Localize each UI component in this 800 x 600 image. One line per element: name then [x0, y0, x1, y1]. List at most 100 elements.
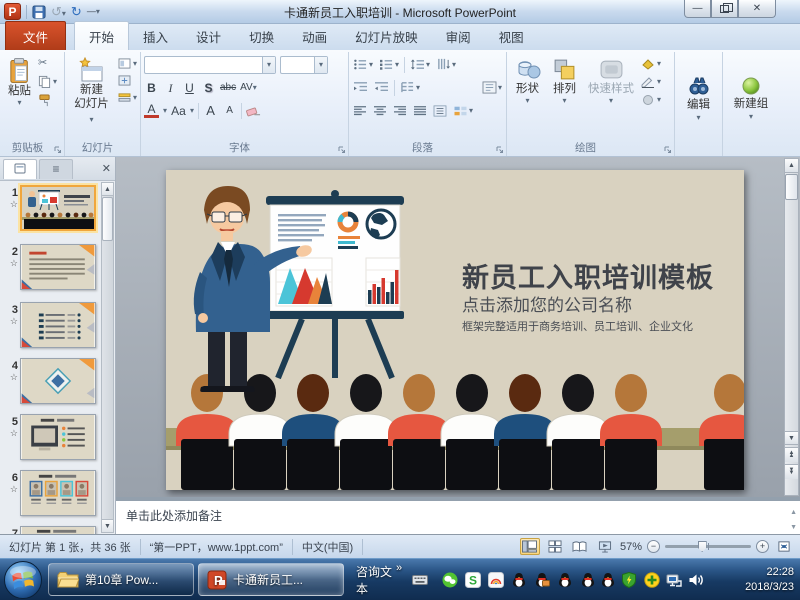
- text-box-options-button[interactable]: ▾: [481, 80, 503, 95]
- close-button[interactable]: ✕: [738, 0, 776, 18]
- paragraph-dialog-launcher[interactable]: [496, 146, 504, 154]
- text-shadow-button[interactable]: S: [201, 82, 216, 94]
- font-name-combo[interactable]: ▾: [144, 56, 276, 74]
- format-painter-button[interactable]: [38, 94, 57, 107]
- scroll-up-arrow[interactable]: ▲: [102, 183, 113, 196]
- shape-fill-button[interactable]: ▾: [641, 58, 661, 70]
- qq-tray-icon-3[interactable]: [557, 572, 573, 588]
- outline-pane-tab[interactable]: ≡: [39, 159, 73, 179]
- arrange-button[interactable]: 排列▾: [548, 54, 581, 140]
- language-indicator[interactable]: 中文(中国): [293, 539, 363, 555]
- network-tray-icon[interactable]: [666, 572, 682, 588]
- taskbar-clock[interactable]: 22:28 2018/3/23: [745, 565, 794, 595]
- slide-thumbnail-7[interactable]: 7☆: [2, 526, 96, 534]
- shape-outline-button[interactable]: ▾: [641, 76, 661, 88]
- shape-effects-button[interactable]: ▾: [641, 94, 661, 106]
- clear-formatting-button[interactable]: [246, 105, 261, 117]
- shapes-button[interactable]: 形状▾: [510, 54, 545, 140]
- normal-view-button[interactable]: [520, 538, 540, 555]
- wechat-tray-icon[interactable]: [442, 572, 458, 588]
- slide-subtitle[interactable]: 点击添加您的公司名称: [462, 291, 632, 316]
- layout-button[interactable]: ▾: [118, 58, 137, 69]
- antivirus-shield-tray-icon[interactable]: [621, 572, 637, 588]
- slide-thumbnail-2[interactable]: 2☆: [2, 244, 96, 290]
- toolbar-chevron[interactable]: »: [396, 562, 402, 574]
- columns-button[interactable]: ▾: [399, 80, 421, 95]
- restore-button[interactable]: [711, 0, 738, 18]
- browser-tray-icon[interactable]: [488, 572, 504, 588]
- scroll-down-arrow[interactable]: ▼: [785, 431, 798, 445]
- start-button[interactable]: [3, 560, 43, 600]
- vertical-scrollbar[interactable]: ▲ ▼ ▲▲ ▼▼: [784, 158, 799, 496]
- slide-thumbnail-4[interactable]: 4☆: [2, 358, 96, 404]
- slide-thumbnail-1[interactable]: 1☆: [2, 185, 96, 231]
- zoom-slider-thumb[interactable]: [698, 541, 707, 552]
- paste-button[interactable]: 粘贴▾: [4, 54, 35, 140]
- tab-review[interactable]: 审阅: [432, 22, 485, 50]
- volume-tray-icon[interactable]: [688, 572, 704, 588]
- increase-indent-button[interactable]: [373, 80, 390, 95]
- taskbar-button-folder[interactable]: 第10章 Pow...: [48, 563, 194, 596]
- strikethrough-button[interactable]: abc: [220, 83, 236, 93]
- sidebar-scrollbar[interactable]: ▲ ▼: [101, 182, 114, 533]
- sogou-tray-icon[interactable]: S: [465, 572, 481, 588]
- justify-button[interactable]: [412, 104, 428, 118]
- tab-home[interactable]: 开始: [74, 21, 129, 50]
- zoom-slider[interactable]: [665, 545, 751, 548]
- bold-button[interactable]: B: [144, 82, 159, 94]
- notes-scroll-up[interactable]: ▲: [790, 509, 797, 516]
- copy-button[interactable]: ▾: [38, 75, 57, 88]
- tab-insert[interactable]: 插入: [129, 22, 182, 50]
- character-spacing-button[interactable]: AV▾: [240, 83, 257, 93]
- taskbar-button-powerpoint[interactable]: P 卡通新员工...: [198, 563, 344, 596]
- italic-button[interactable]: I: [163, 82, 178, 94]
- cut-button[interactable]: ✂: [38, 58, 57, 69]
- grow-font-button[interactable]: A: [203, 104, 218, 117]
- notes-placeholder[interactable]: 单击此处添加备注: [126, 509, 222, 523]
- reading-view-button[interactable]: [570, 538, 590, 555]
- qq-tray-icon-2[interactable]: [534, 572, 550, 588]
- scrollbar-thumb[interactable]: [102, 197, 113, 241]
- tab-design[interactable]: 设计: [182, 22, 235, 50]
- section-button[interactable]: ▾: [118, 92, 137, 103]
- tab-file[interactable]: 文件: [5, 21, 66, 50]
- zoom-percent[interactable]: 57%: [620, 541, 642, 553]
- drawing-dialog-launcher[interactable]: [664, 146, 672, 154]
- slides-pane-tab[interactable]: [3, 159, 37, 179]
- reset-button[interactable]: [118, 75, 137, 86]
- slide-show-button[interactable]: [595, 538, 615, 555]
- underline-button[interactable]: U: [182, 82, 197, 94]
- slide-thumbnail-5[interactable]: 5☆: [2, 414, 96, 460]
- new-group-button[interactable]: 新建组▾: [730, 72, 773, 121]
- zoom-out-button[interactable]: −: [647, 540, 660, 553]
- slide-tagline[interactable]: 框架完整适用于商务培训、员工培训、企业文化: [462, 318, 693, 334]
- customize-qat-button[interactable]: —▾: [87, 7, 100, 16]
- tab-transitions[interactable]: 切换: [235, 22, 288, 50]
- line-spacing-button[interactable]: ▾: [409, 57, 431, 72]
- slide[interactable]: 新员工入职培训模板 点击添加您的公司名称 框架完整适用于商务培训、员工培训、企业…: [166, 170, 744, 490]
- clipboard-dialog-launcher[interactable]: [54, 146, 62, 154]
- font-dialog-launcher[interactable]: [338, 146, 346, 154]
- tab-slideshow[interactable]: 幻灯片放映: [341, 22, 432, 50]
- save-button[interactable]: [32, 5, 46, 19]
- tab-view[interactable]: 视图: [485, 22, 538, 50]
- zoom-in-button[interactable]: +: [756, 540, 769, 553]
- close-pane-button[interactable]: ✕: [102, 162, 111, 175]
- font-color-button[interactable]: A: [144, 103, 159, 118]
- change-case-button[interactable]: Aa: [171, 105, 186, 117]
- slide-thumbnail-3[interactable]: 3☆: [2, 302, 96, 348]
- slide-title[interactable]: 新员工入职培训模板: [462, 256, 714, 295]
- align-left-button[interactable]: [352, 104, 368, 118]
- scrollbar-thumb[interactable]: [785, 174, 798, 200]
- powerpoint-logo-icon[interactable]: P: [4, 3, 21, 20]
- minimize-button[interactable]: —: [684, 0, 711, 18]
- previous-slide-button[interactable]: ▲▲: [785, 447, 798, 462]
- numbering-button[interactable]: ▾: [378, 57, 400, 72]
- editing-button[interactable]: 编辑▾: [683, 71, 715, 122]
- quick-styles-button[interactable]: 快速样式▾: [584, 54, 638, 140]
- next-slide-button[interactable]: ▼▼: [785, 464, 798, 479]
- notes-pane[interactable]: 单击此处添加备注 ▲ ▼: [116, 497, 800, 534]
- security-plus-tray-icon[interactable]: [644, 572, 660, 588]
- fit-to-window-button[interactable]: [774, 538, 794, 555]
- align-right-button[interactable]: [392, 104, 408, 118]
